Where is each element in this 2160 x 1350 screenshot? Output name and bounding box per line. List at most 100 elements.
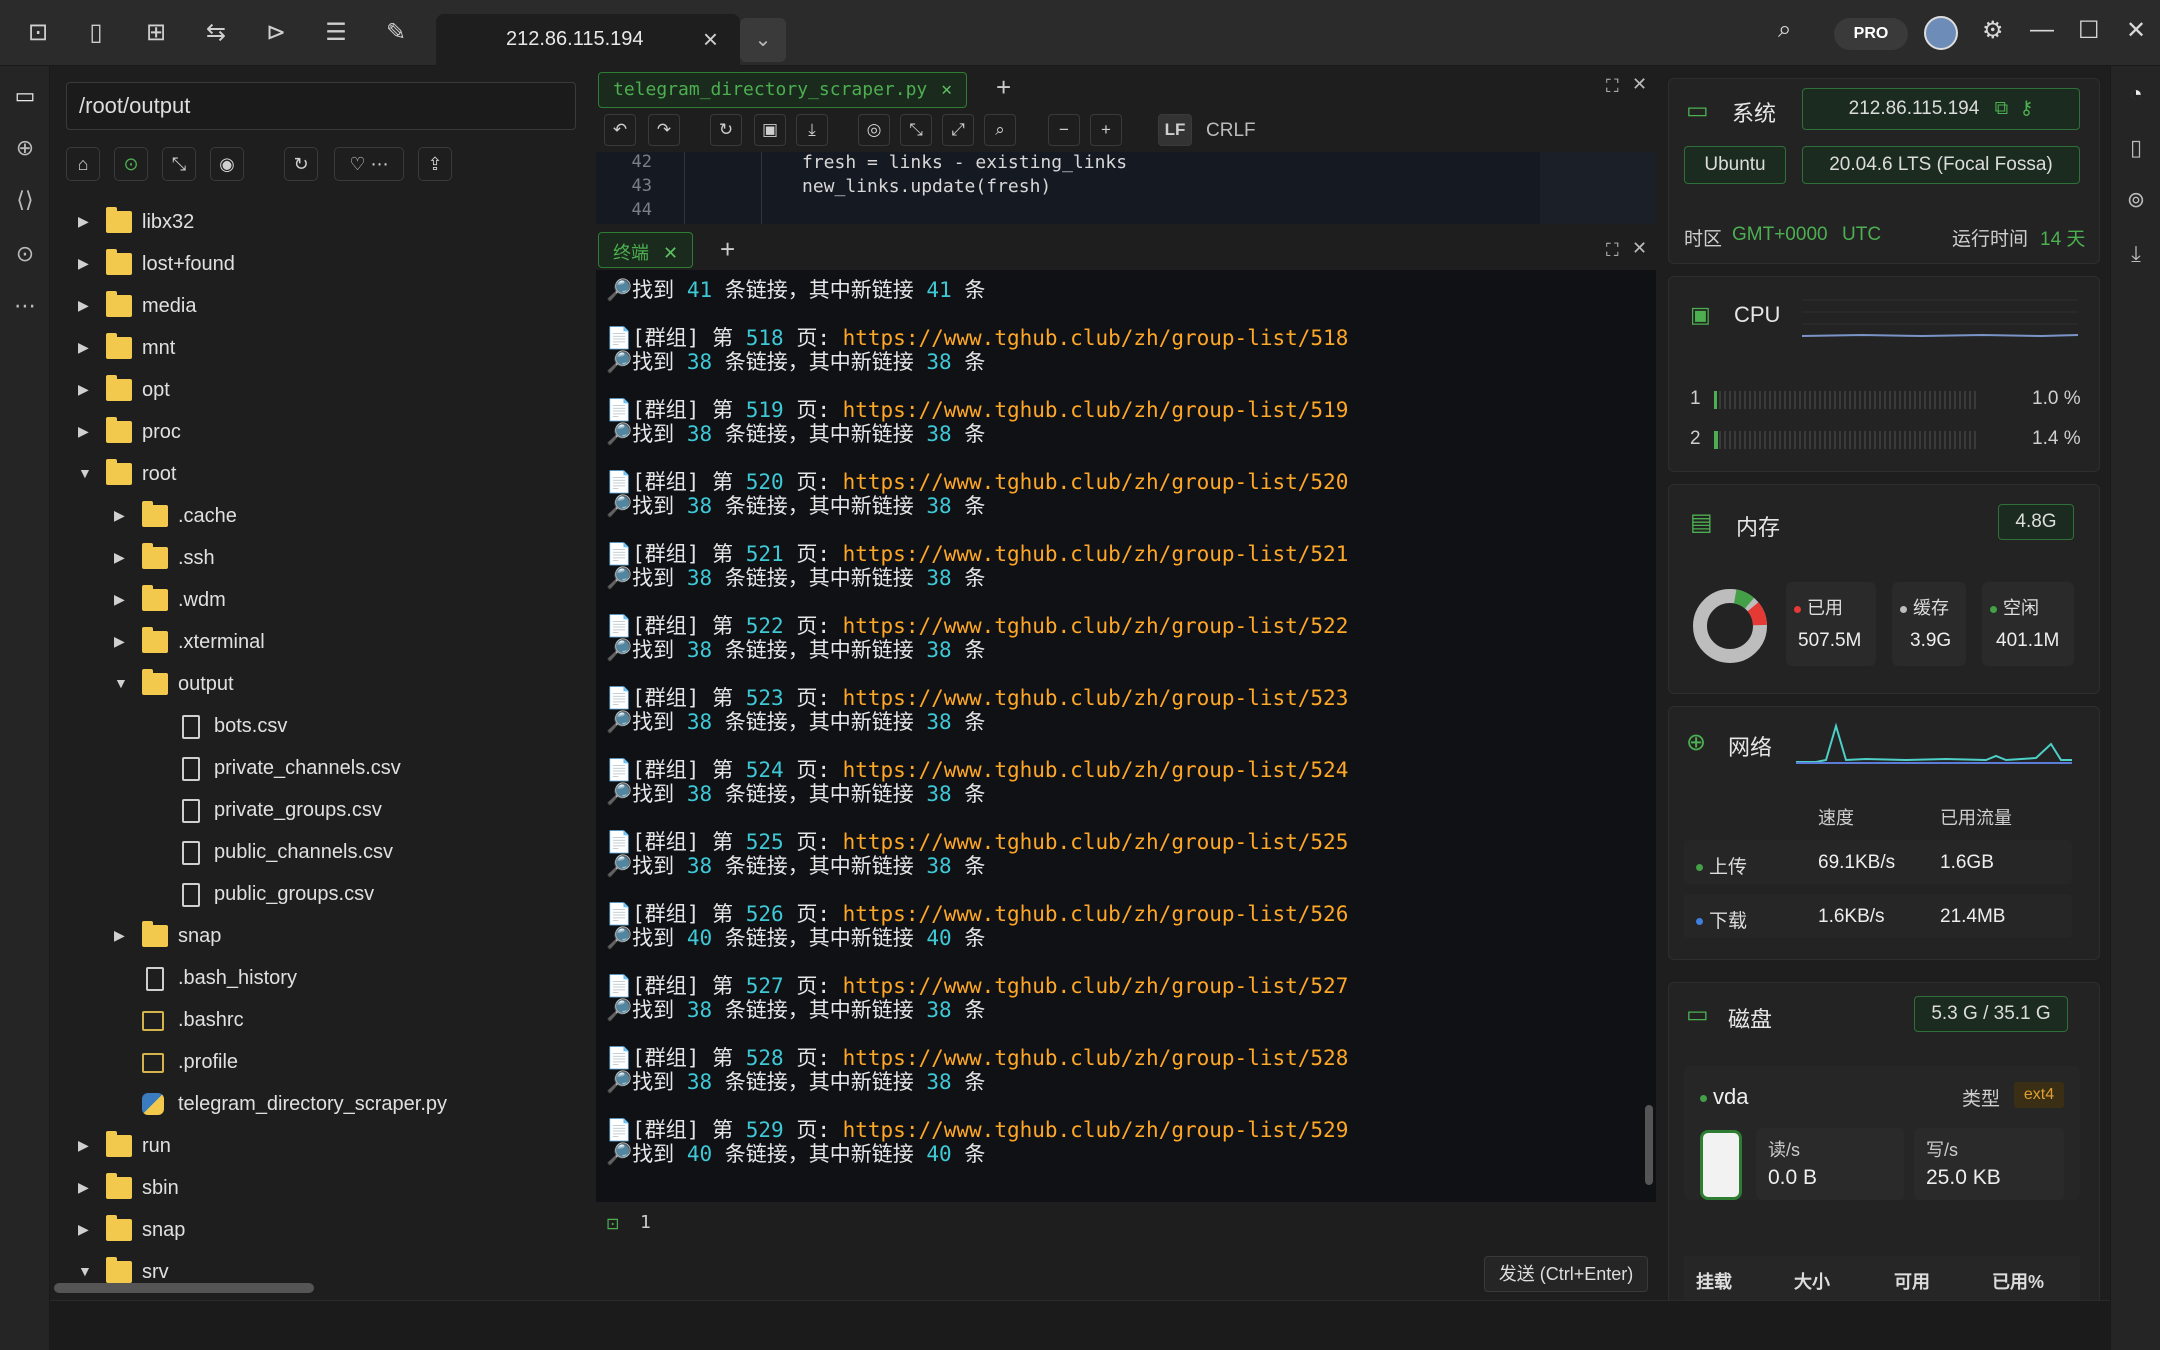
more-icon[interactable]: ⋯ — [9, 290, 41, 322]
add-tab-icon[interactable]: + — [996, 72, 1011, 103]
bookmark-icon[interactable]: ▯ — [80, 17, 112, 49]
key-icon[interactable]: ⚷ — [2019, 98, 2033, 119]
fullscreen-icon[interactable]: ⛶ — [1606, 76, 1619, 97]
search-icon[interactable]: ⌕ — [1778, 16, 1791, 44]
code-icon[interactable]: ⟨⟩ — [9, 184, 41, 216]
tree-item[interactable]: ▼ output — [114, 669, 578, 703]
reload-icon[interactable]: ↻ — [710, 114, 742, 146]
close-icon[interactable]: ✕ — [1632, 238, 1647, 259]
search-icon[interactable]: ⌕ — [984, 114, 1016, 146]
crlf-button[interactable]: CRLF — [1206, 120, 1256, 142]
grid-icon[interactable]: ⊞ — [140, 17, 172, 49]
pro-badge[interactable]: PRO — [1834, 18, 1908, 50]
tree-item[interactable]: ▶ opt — [78, 375, 578, 409]
tree-item[interactable]: ▶ .cache — [114, 501, 578, 535]
caret-right-icon[interactable]: ▶ — [78, 213, 94, 230]
code-minimap[interactable] — [1540, 152, 1656, 224]
zoom-out-icon[interactable]: − — [1048, 114, 1080, 146]
caret-right-icon[interactable]: ▶ — [78, 255, 94, 272]
tree-item[interactable]: .bashrc — [114, 1005, 578, 1039]
caret-right-icon[interactable]: ▶ — [114, 549, 130, 566]
tree-item[interactable]: ▶ snap — [78, 1215, 578, 1249]
download-icon[interactable]: ⤓ — [796, 114, 828, 146]
minimize-icon[interactable]: — — [2030, 16, 2054, 44]
undo-icon[interactable]: ↶ — [604, 114, 636, 146]
shrink-icon[interactable]: ⤡ — [900, 114, 932, 146]
locate-icon[interactable]: ⊕ — [9, 132, 41, 164]
close-icon[interactable]: ✕ — [941, 79, 952, 100]
terminal-icon[interactable]: ⊡ — [22, 17, 54, 49]
tab-terminal[interactable]: 终端 ✕ — [598, 232, 694, 268]
tree-item[interactable]: ▶ sbin — [78, 1173, 578, 1207]
eye-icon[interactable]: ◉ — [210, 147, 244, 181]
send-button[interactable]: 发送 (Ctrl+Enter) — [1484, 1256, 1648, 1292]
avatar[interactable] — [1924, 16, 1958, 50]
chevron-down-icon[interactable]: ⌄ — [740, 18, 786, 62]
wrench-icon[interactable]: ✎ — [380, 17, 412, 49]
tree-item[interactable]: public_channels.csv — [150, 837, 578, 871]
caret-right-icon[interactable]: ▶ — [78, 381, 94, 398]
gear-icon[interactable]: ⚙ — [1982, 16, 2004, 45]
collapse-icon[interactable]: ⤡ — [162, 147, 196, 181]
caret-right-icon[interactable]: ▶ — [78, 423, 94, 440]
add-tab-icon[interactable]: + — [720, 234, 735, 265]
history-icon[interactable]: ⊙ — [9, 238, 41, 270]
caret-down-icon[interactable]: ▼ — [78, 1263, 94, 1279]
tree-item[interactable]: public_groups.csv — [150, 879, 578, 913]
code-editor[interactable]: 42 fresh = links - existing_links 43 new… — [596, 152, 1656, 224]
caret-right-icon[interactable]: ▶ — [78, 1221, 94, 1238]
path-input[interactable]: /root/output — [66, 82, 576, 130]
tree-item[interactable]: private_channels.csv — [150, 753, 578, 787]
tree-item[interactable]: private_groups.csv — [150, 795, 578, 829]
close-icon[interactable]: × — [703, 24, 718, 55]
ip-badge[interactable]: 212.86.115.194 ⧉ ⚷ — [1802, 88, 2080, 130]
caret-right-icon[interactable]: ▶ — [114, 927, 130, 944]
close-icon[interactable]: ✕ — [663, 243, 678, 263]
tree-item[interactable]: ▶ lost+found — [78, 249, 578, 283]
fullscreen-icon[interactable]: ⛶ — [1606, 240, 1619, 261]
transfer-icon[interactable]: ⇆ — [200, 17, 232, 49]
zoom-in-icon[interactable]: + — [1090, 114, 1122, 146]
tree-item[interactable]: ▶ .ssh — [114, 543, 578, 577]
close-window-icon[interactable]: ✕ — [2126, 16, 2146, 45]
tree-item[interactable]: ▶ proc — [78, 417, 578, 451]
folder-icon[interactable]: ▭ — [9, 80, 41, 112]
close-icon[interactable]: ✕ — [1632, 74, 1647, 95]
tree-item[interactable]: ▶ media — [78, 291, 578, 325]
save-icon[interactable]: ▣ — [754, 114, 786, 146]
caret-right-icon[interactable]: ▶ — [114, 591, 130, 608]
redo-icon[interactable]: ↷ — [648, 114, 680, 146]
caret-right-icon[interactable]: ▶ — [78, 297, 94, 314]
caret-right-icon[interactable]: ▶ — [114, 507, 130, 524]
tab-editor-file[interactable]: telegram_directory_scraper.py ✕ — [598, 72, 968, 108]
locate-icon[interactable]: ⊙ — [114, 147, 148, 181]
upload-icon[interactable]: ⊚ — [2120, 184, 2152, 216]
expand-icon[interactable]: ⤢ — [942, 114, 974, 146]
caret-right-icon[interactable]: ▶ — [78, 1137, 94, 1154]
compass-icon[interactable]: ◎ — [858, 114, 890, 146]
tree-item[interactable]: ▼ root — [78, 459, 578, 493]
dashboard-icon[interactable]: ◔ — [2120, 78, 2152, 110]
caret-right-icon[interactable]: ▶ — [78, 339, 94, 356]
tree-item[interactable]: ▶ .xterminal — [114, 627, 578, 661]
tree-item[interactable]: telegram_directory_scraper.py — [114, 1089, 578, 1123]
tree-item[interactable]: .profile — [114, 1047, 578, 1081]
tree-item[interactable]: ▶ run — [78, 1131, 578, 1165]
copy-icon[interactable]: ⧉ — [1995, 98, 2009, 119]
download-icon[interactable]: ⤓ — [2120, 238, 2152, 270]
caret-down-icon[interactable]: ▼ — [78, 465, 94, 481]
upload-icon[interactable]: ⇪ — [418, 147, 452, 181]
tree-item[interactable]: ▶ mnt — [78, 333, 578, 367]
tree-item[interactable]: ▶ snap — [114, 921, 578, 955]
console-icon[interactable]: ⊳ — [260, 17, 292, 49]
home-icon[interactable]: ⌂ — [66, 147, 100, 181]
lf-button[interactable]: LF — [1158, 114, 1192, 146]
bookmark-icon[interactable]: ▯ — [2120, 132, 2152, 164]
caret-down-icon[interactable]: ▼ — [114, 675, 130, 691]
favorite-icon[interactable]: ♡ ⋯ — [334, 147, 404, 181]
tree-item[interactable]: .bash_history — [114, 963, 578, 997]
maximize-icon[interactable]: ☐ — [2078, 16, 2100, 45]
terminal-output[interactable]: 🔎找到 41 条链接，其中新链接 41 条 📄[群组] 第 518 页: http… — [596, 270, 1656, 1202]
tree-item[interactable]: bots.csv — [150, 711, 578, 745]
refresh-icon[interactable]: ↻ — [284, 147, 318, 181]
